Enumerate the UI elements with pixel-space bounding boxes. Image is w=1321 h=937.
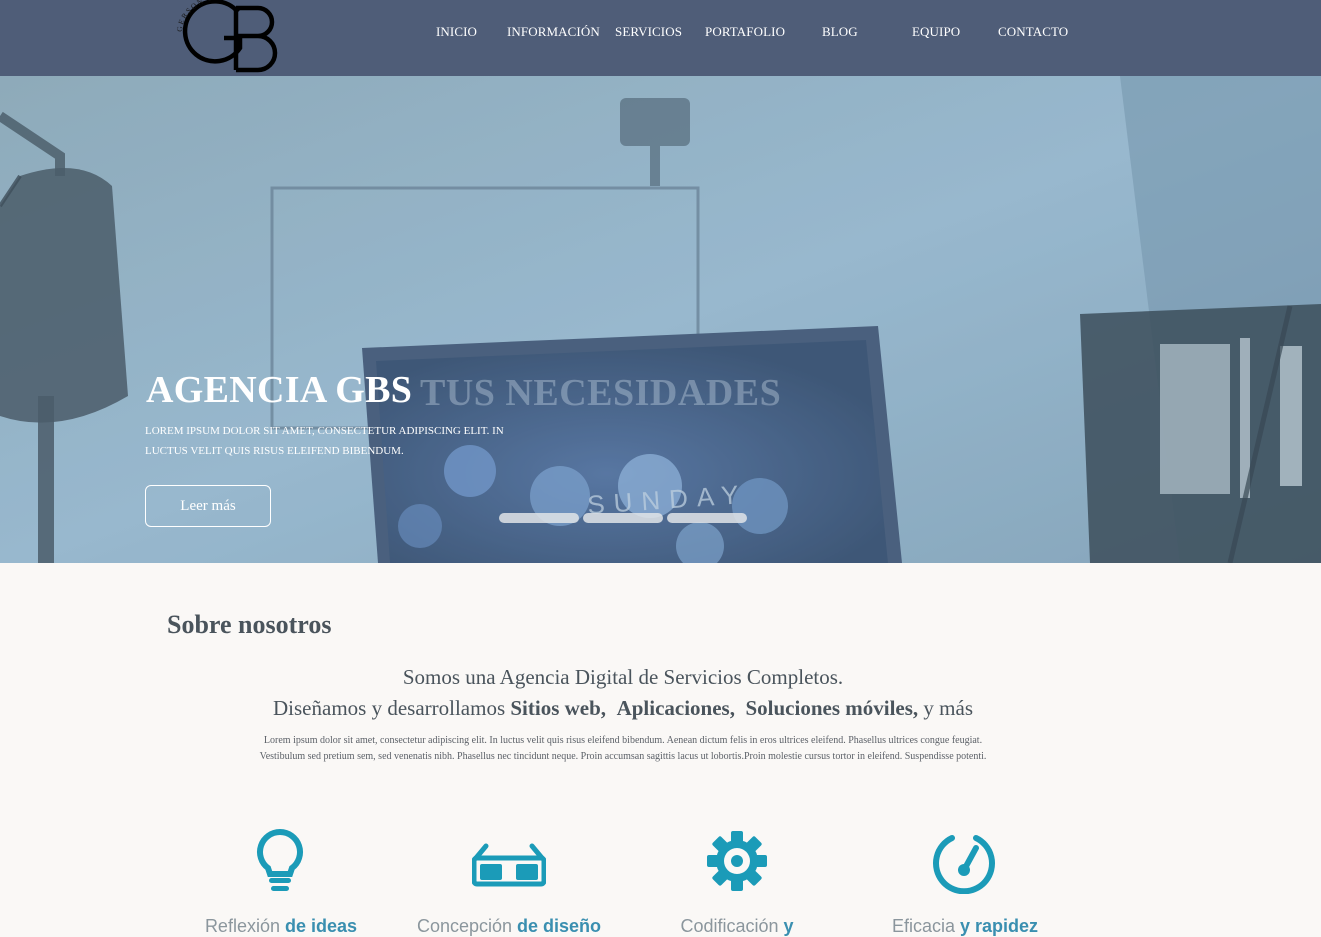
nav-item-equipo[interactable]: EQUIPO — [912, 24, 960, 40]
hero-subtitle: LOREM IPSUM DOLOR SIT AMET, CONSECTETUR … — [145, 425, 504, 457]
slider-dot-3[interactable] — [667, 513, 747, 523]
about-body-text: Lorem ipsum dolor sit amet, consectetur … — [259, 735, 987, 762]
about-services-line: Diseñamos y desarrollamos Sitios web, Ap… — [0, 696, 1246, 721]
feature-label-speed: Eficacia y rapidez — [850, 916, 1080, 937]
hero-slider: SUNDAY TUS NECESIDADES AGENCIA GBS LOREM… — [0, 76, 1321, 563]
feature-label-design: Concepción de diseño — [394, 916, 624, 937]
hero-title: AGENCIA GBS — [146, 369, 413, 411]
glasses-icon — [472, 843, 546, 887]
feature-label-ideas-text: Reflexión — [204, 916, 280, 936]
brand-logo[interactable]: GERSON BAHENA — [166, 0, 288, 76]
feature-label-ideas-highlight: de ideas — [285, 916, 358, 936]
gear-icon — [707, 831, 767, 891]
feature-label-coding-text: Codificación — [680, 916, 779, 936]
read-more-button[interactable]: Leer más — [145, 485, 271, 527]
nav-item-servicios[interactable]: SERVICIOS — [615, 24, 682, 40]
speedometer-icon — [933, 835, 995, 894]
feature-label-speed-text: Eficacia — [891, 916, 955, 936]
about-services-suffix: y más — [923, 696, 973, 720]
service-apps: Aplicaciones, — [616, 696, 735, 720]
service-mobile: Soluciones móviles, — [745, 696, 919, 720]
feature-label-design-highlight: de diseño — [517, 916, 602, 936]
slider-dot-1[interactable] — [499, 513, 579, 523]
feature-label-coding-highlight: y — [783, 916, 794, 936]
about-services-prefix: Diseñamos y desarrollamos — [273, 696, 506, 720]
hero-ghost-headline: TUS NECESIDADES — [420, 372, 782, 414]
lightbulb-icon — [257, 828, 303, 891]
about-heading: Sobre nosotros — [167, 610, 332, 639]
nav-item-portafolio[interactable]: PORTAFOLIO — [705, 24, 785, 40]
slider-dot-2[interactable] — [583, 513, 663, 523]
nav-item-inicio[interactable]: INICIO — [436, 24, 477, 40]
nav-item-blog[interactable]: BLOG — [822, 24, 858, 40]
nav-item-informacion[interactable]: INFORMACIÓN — [507, 24, 600, 40]
top-navbar: GERSON BAHENA INICIO INFORMACIÓN SERVICI… — [0, 0, 1321, 76]
service-websites: Sitios web, — [510, 696, 607, 720]
feature-label-coding: Codificación y — [622, 916, 852, 937]
about-tagline: Somos una Agencia Digital de Servicios C… — [402, 665, 844, 689]
feature-label-ideas: Reflexión de ideas — [166, 916, 396, 937]
feature-label-design-text: Concepción — [416, 916, 513, 936]
feature-label-speed-highlight: y rapidez — [960, 916, 1039, 936]
nav-item-contacto[interactable]: CONTACTO — [998, 24, 1068, 40]
